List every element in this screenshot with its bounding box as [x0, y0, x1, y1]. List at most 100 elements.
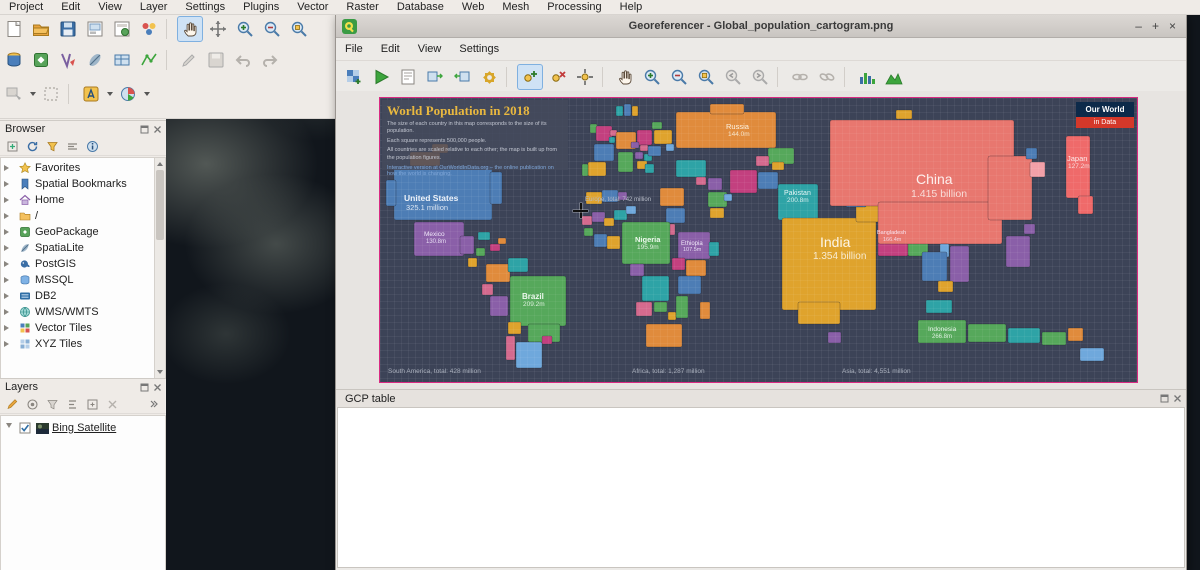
- identify-features-icon[interactable]: [2, 82, 26, 106]
- menu-plugins[interactable]: Plugins: [234, 0, 288, 14]
- panel-float-icon[interactable]: [139, 124, 149, 134]
- add-point-icon[interactable]: [517, 64, 543, 90]
- toolbar-overflow-icon[interactable]: [146, 396, 162, 412]
- window-minimize-icon[interactable]: –: [1135, 19, 1142, 33]
- dropdown-caret-icon[interactable]: [30, 92, 36, 96]
- layer-diagram-icon[interactable]: [116, 82, 140, 106]
- scroll-up-icon[interactable]: [157, 162, 163, 166]
- save-project-icon[interactable]: [56, 17, 80, 41]
- menu-database[interactable]: Database: [388, 0, 453, 14]
- panel-close-icon[interactable]: [152, 382, 162, 392]
- delete-point-icon[interactable]: [546, 65, 570, 89]
- browser-item-home[interactable]: Home: [1, 192, 156, 208]
- cartogram-image[interactable]: World Population in 2018 The size of eac…: [379, 97, 1138, 383]
- georeferencer-canvas[interactable]: World Population in 2018 The size of eac…: [336, 91, 1186, 389]
- zoom-out-icon[interactable]: [667, 65, 691, 89]
- style-manager-icon[interactable]: [137, 17, 161, 41]
- georef-menu-edit[interactable]: Edit: [372, 43, 409, 55]
- layer-labeling-icon[interactable]: [79, 82, 103, 106]
- expand-arrow-icon[interactable]: [4, 229, 14, 235]
- zoom-last-icon[interactable]: [721, 65, 745, 89]
- browser-item-spatial-bookmarks[interactable]: Spatial Bookmarks: [1, 176, 156, 192]
- zoom-full-icon[interactable]: [287, 17, 311, 41]
- new-virtual-layer-icon[interactable]: [110, 48, 134, 72]
- histogram-stretch-local-icon[interactable]: [882, 65, 906, 89]
- menu-processing[interactable]: Processing: [538, 0, 610, 14]
- zoom-in-icon[interactable]: [640, 65, 664, 89]
- browser-item-postgis[interactable]: PostGIS: [1, 256, 156, 272]
- gcp-table-body[interactable]: [337, 407, 1185, 568]
- scroll-down-icon[interactable]: [157, 370, 163, 374]
- browser-add-icon[interactable]: [4, 138, 20, 154]
- filter-legend-icon[interactable]: [24, 396, 40, 412]
- link-georef-to-qgis-icon[interactable]: [788, 65, 812, 89]
- new-layout-icon[interactable]: [83, 17, 107, 41]
- panel-float-icon[interactable]: [1159, 394, 1169, 404]
- browser-item-mssql[interactable]: MSSQL: [1, 272, 156, 288]
- browser-item-db2[interactable]: DB2: [1, 288, 156, 304]
- browser-item-geopackage[interactable]: GeoPackage: [1, 224, 156, 240]
- expand-arrow-icon[interactable]: [4, 261, 14, 267]
- save-edits-icon[interactable]: [204, 48, 228, 72]
- menu-raster[interactable]: Raster: [337, 0, 387, 14]
- expand-arrow-icon[interactable]: [6, 423, 12, 433]
- expand-arrow-icon[interactable]: [4, 309, 14, 315]
- zoom-next-icon[interactable]: [748, 65, 772, 89]
- expand-arrow-icon[interactable]: [4, 341, 14, 347]
- filter-expression-icon[interactable]: [64, 396, 80, 412]
- layout-manager-icon[interactable]: [110, 17, 134, 41]
- menu-web[interactable]: Web: [453, 0, 493, 14]
- georef-menu-view[interactable]: View: [409, 43, 451, 55]
- browser-properties-icon[interactable]: [84, 138, 100, 154]
- open-project-icon[interactable]: [29, 17, 53, 41]
- zoom-in-icon[interactable]: [233, 17, 257, 41]
- scrollbar-thumb[interactable]: [156, 170, 164, 240]
- expand-arrow-icon[interactable]: [4, 181, 14, 187]
- pan-map-icon[interactable]: [177, 16, 203, 42]
- menu-project[interactable]: Project: [0, 0, 52, 14]
- undo-icon[interactable]: [231, 48, 255, 72]
- browser-refresh-icon[interactable]: [24, 138, 40, 154]
- browser-item-spatialite[interactable]: SpatiaLite: [1, 240, 156, 256]
- layer-item-bing-satellite[interactable]: Bing Satellite: [1, 420, 168, 436]
- zoom-out-icon[interactable]: [260, 17, 284, 41]
- georeferencer-titlebar[interactable]: Georeferencer - Global_population_cartog…: [336, 15, 1186, 38]
- link-qgis-to-georef-icon[interactable]: [815, 65, 839, 89]
- expand-arrow-icon[interactable]: [4, 197, 14, 203]
- map-themes-icon[interactable]: [44, 396, 60, 412]
- expand-arrow-icon[interactable]: [4, 293, 14, 299]
- redo-icon[interactable]: [258, 48, 282, 72]
- menu-help[interactable]: Help: [611, 0, 652, 14]
- histogram-stretch-full-icon[interactable]: [855, 65, 879, 89]
- transformation-settings-icon[interactable]: [477, 65, 501, 89]
- transform-settings-back-icon[interactable]: [423, 65, 447, 89]
- gdal-script-icon[interactable]: [396, 65, 420, 89]
- new-spatialite-icon[interactable]: [83, 48, 107, 72]
- zoom-to-layer-icon[interactable]: [694, 65, 718, 89]
- new-geopackage-icon[interactable]: [29, 48, 53, 72]
- browser-item-root[interactable]: /: [1, 208, 156, 224]
- browser-item-xyz-tiles[interactable]: XYZ Tiles: [1, 336, 156, 352]
- expand-arrow-icon[interactable]: [4, 325, 14, 331]
- menu-mesh[interactable]: Mesh: [493, 0, 538, 14]
- open-raster-icon[interactable]: [342, 65, 366, 89]
- browser-scrollbar[interactable]: [154, 157, 166, 379]
- menu-layer[interactable]: Layer: [131, 0, 177, 14]
- browser-item-vector-tiles[interactable]: Vector Tiles: [1, 320, 156, 336]
- new-mesh-layer-icon[interactable]: [137, 48, 161, 72]
- expand-arrow-icon[interactable]: [4, 165, 14, 171]
- panel-close-icon[interactable]: [1172, 394, 1182, 404]
- layer-checkbox[interactable]: [18, 421, 32, 435]
- menu-settings[interactable]: Settings: [176, 0, 234, 14]
- toggle-editing-icon[interactable]: [177, 48, 201, 72]
- georef-menu-settings[interactable]: Settings: [450, 43, 508, 55]
- panel-close-icon[interactable]: [152, 124, 162, 134]
- dropdown-caret-icon[interactable]: [107, 92, 113, 96]
- browser-filter-icon[interactable]: [44, 138, 60, 154]
- layer-styling-icon[interactable]: [4, 396, 20, 412]
- new-project-icon[interactable]: [2, 17, 26, 41]
- expand-arrow-icon[interactable]: [4, 277, 14, 283]
- expand-arrow-icon[interactable]: [4, 245, 14, 251]
- georef-menu-file[interactable]: File: [336, 43, 372, 55]
- browser-item-favorites[interactable]: Favorites: [1, 160, 156, 176]
